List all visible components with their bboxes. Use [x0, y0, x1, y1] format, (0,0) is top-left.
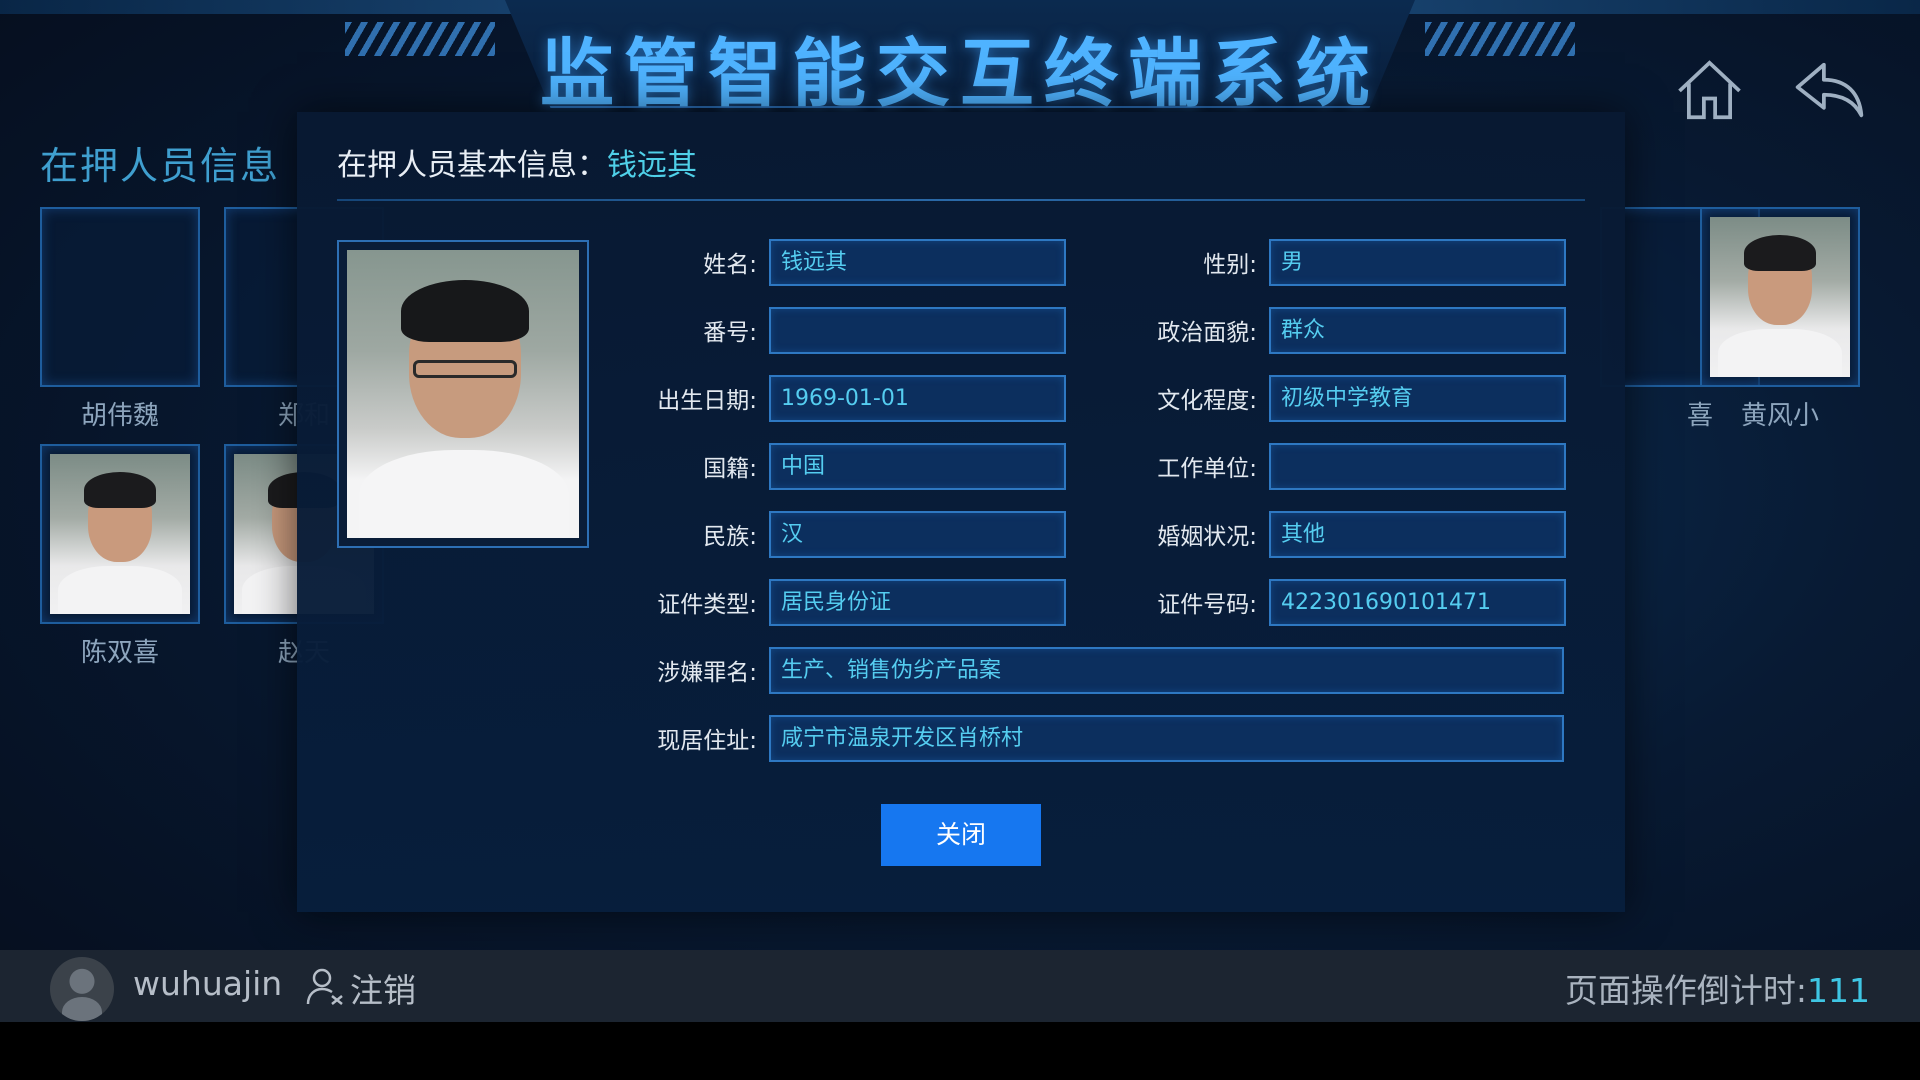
person-card[interactable]: 黄风小 — [1700, 207, 1860, 431]
marital-status-field[interactable]: 其他 — [1269, 511, 1566, 558]
id-type-label: 证件类型: — [657, 592, 757, 618]
nationality-label: 国籍: — [703, 456, 757, 482]
person-detail-modal: 在押人员基本信息：钱远其 姓名: 钱远其 性别: 男 番号: 政治面貌: 群众 … — [297, 112, 1625, 912]
gender-field[interactable]: 男 — [1269, 239, 1566, 286]
name-field[interactable]: 钱远其 — [769, 239, 1066, 286]
name-label: 姓名: — [703, 252, 757, 278]
person-photo — [50, 454, 190, 614]
modal-title-name: 钱远其 — [607, 148, 697, 183]
gender-label: 性别: — [1203, 252, 1257, 278]
address-field[interactable]: 咸宁市温泉开发区肖桥村 — [769, 715, 1564, 762]
avatar[interactable] — [50, 957, 114, 1021]
person-name: 陈双喜 — [80, 638, 159, 668]
person-card[interactable]: 胡伟魏 — [40, 207, 200, 431]
bottom-bar — [0, 1022, 1920, 1080]
id-type-field[interactable]: 居民身份证 — [769, 579, 1066, 626]
detail-photo — [347, 250, 579, 538]
birth-date-field[interactable]: 1969-01-01 — [769, 375, 1066, 422]
modal-divider — [337, 199, 1585, 201]
back-icon[interactable] — [1792, 55, 1867, 125]
person-name: 胡伟魏 — [80, 401, 159, 431]
birth-date-label: 出生日期: — [657, 388, 757, 414]
ethnicity-field[interactable]: 汉 — [769, 511, 1066, 558]
nationality-field[interactable]: 中国 — [769, 443, 1066, 490]
person-photo — [1710, 217, 1850, 377]
ethnicity-label: 民族: — [703, 524, 757, 550]
person-photo-frame — [40, 207, 200, 387]
person-photo-frame — [1700, 207, 1860, 387]
modal-title: 在押人员基本信息：钱远其 — [337, 140, 697, 184]
charge-label: 涉嫌罪名: — [657, 660, 757, 686]
modal-title-prefix: 在押人员基本信息： — [337, 148, 607, 183]
logout-label: 注销 — [350, 971, 416, 1010]
header-decoration-left — [345, 22, 495, 56]
countdown-label: 页面操作倒计时: — [1564, 971, 1807, 1010]
id-number-label: 证件号码: — [1157, 592, 1257, 618]
footer-bar: wuhuajin 注销 页面操作倒计时:111 — [0, 950, 1920, 1022]
close-button[interactable]: 关闭 — [881, 804, 1041, 866]
countdown-value: 111 — [1807, 971, 1870, 1010]
app-screen: 监管智能交互终端系统 在押人员信息 胡伟魏 郑和 陈双喜 — [0, 0, 1920, 1080]
political-status-label: 政治面貌: — [1157, 320, 1257, 346]
charge-field[interactable]: 生产、销售伪劣产品案 — [769, 647, 1564, 694]
app-title: 监管智能交互终端系统 — [540, 31, 1380, 117]
header: 监管智能交互终端系统 — [0, 0, 1920, 120]
number-field[interactable] — [769, 307, 1066, 354]
person-card[interactable]: 陈双喜 — [40, 444, 200, 668]
marital-status-label: 婚姻状况: — [1157, 524, 1257, 550]
person-name: 黄风小 — [1740, 401, 1819, 431]
username: wuhuajin — [133, 964, 283, 1003]
countdown: 页面操作倒计时:111 — [1565, 964, 1870, 1012]
education-label: 文化程度: — [1157, 388, 1257, 414]
detail-photo-frame — [337, 240, 589, 548]
political-status-field[interactable]: 群众 — [1269, 307, 1566, 354]
address-label: 现居住址: — [657, 728, 757, 754]
header-decoration-right — [1425, 22, 1575, 56]
work-unit-label: 工作单位: — [1157, 456, 1257, 482]
work-unit-field[interactable] — [1269, 443, 1566, 490]
person-photo-frame — [40, 444, 200, 624]
user-logout-icon — [306, 968, 343, 1005]
number-label: 番号: — [703, 320, 757, 346]
id-number-field[interactable]: 422301690101471 — [1269, 579, 1566, 626]
education-field[interactable]: 初级中学教育 — [1269, 375, 1566, 422]
section-title: 在押人员信息 — [40, 144, 281, 188]
home-icon[interactable] — [1672, 55, 1747, 125]
